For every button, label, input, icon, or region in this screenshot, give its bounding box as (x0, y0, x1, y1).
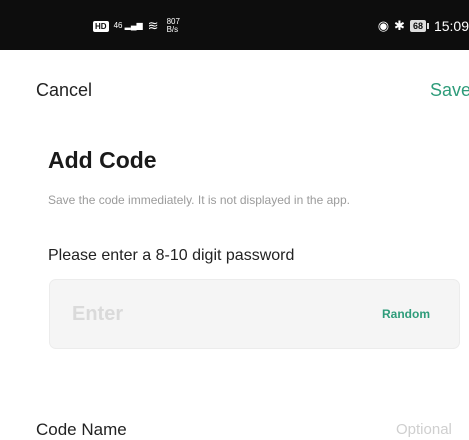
bluetooth-icon: ✱ (394, 18, 405, 33)
status-time: 15:09 (433, 18, 469, 34)
cellular-signal-icon: 46 ▂▄▆ (113, 21, 143, 30)
eye-comfort-icon: ◉ (377, 18, 390, 33)
page-subtitle: Save the code immediately. It is not dis… (48, 193, 350, 207)
save-button[interactable]: Save (430, 80, 469, 101)
page-title: Add Code (48, 147, 157, 173)
battery-tip (426, 23, 429, 29)
status-right: ◉ ✱ 68 15:09 (378, 16, 469, 36)
hd-badge: HD (93, 20, 109, 32)
battery-icon: 68 (409, 20, 426, 32)
code-input[interactable] (72, 298, 302, 330)
wifi-icon: ≋ (147, 18, 159, 33)
code-name-label: Code Name (36, 420, 127, 439)
network-speed: 807 B/s (167, 18, 180, 34)
header-row: Cancel Save (0, 80, 469, 104)
network-speed-unit: B/s (166, 25, 179, 34)
status-left: HD 46 ▂▄▆ ≋ 807 B/s (93, 17, 180, 35)
random-button[interactable]: Random (382, 307, 430, 321)
status-bar: HD 46 ▂▄▆ ≋ 807 B/s ◉ ✱ 68 15:09 (0, 0, 469, 50)
code-name-input[interactable]: Optional (396, 421, 452, 438)
code-input-box: Random (49, 279, 460, 349)
password-label: Please enter a 8-10 digit password (48, 247, 295, 264)
cancel-button[interactable]: Cancel (36, 80, 92, 101)
